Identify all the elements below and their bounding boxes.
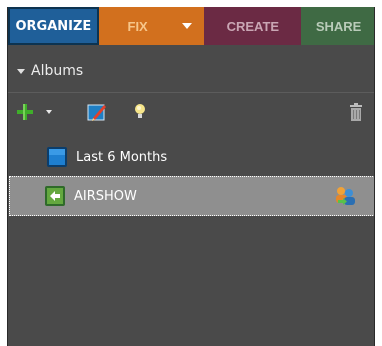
albums-header-label: Albums — [31, 63, 84, 79]
trash-icon[interactable] — [349, 102, 363, 122]
tab-organize[interactable]: ORGANIZE — [8, 7, 99, 45]
album-label: AIRSHOW — [74, 188, 137, 204]
chevron-down-icon[interactable] — [182, 23, 193, 29]
organizer-panel: ORGANIZE FIX CREATE SHARE Albums Last 6 … — [7, 7, 375, 346]
album-item-airshow[interactable]: AIRSHOW — [9, 176, 374, 216]
tab-create-label: CREATE — [226, 18, 280, 34]
tab-share[interactable]: SHARE — [301, 7, 374, 45]
pencil-icon[interactable] — [87, 102, 107, 122]
collapse-triangle-icon[interactable] — [17, 68, 25, 74]
tab-fix[interactable]: FIX — [98, 7, 205, 45]
divider — [8, 92, 374, 93]
albums-section-header[interactable]: Albums — [8, 59, 374, 83]
plus-icon[interactable] — [16, 103, 34, 121]
album-label: Last 6 Months — [76, 149, 168, 165]
smart-album-icon — [46, 146, 68, 168]
tab-fix-label: FIX — [127, 18, 148, 34]
albums-toolbar — [8, 99, 374, 127]
chevron-down-icon[interactable] — [46, 110, 52, 114]
album-item-last-6-months[interactable]: Last 6 Months — [8, 138, 374, 176]
tab-organize-label: ORGANIZE — [15, 18, 92, 34]
tab-share-label: SHARE — [315, 18, 362, 34]
lightbulb-icon[interactable] — [133, 102, 147, 122]
album-icon — [44, 185, 66, 207]
tab-bar: ORGANIZE FIX CREATE SHARE — [8, 7, 374, 45]
shared-album-icon[interactable] — [334, 186, 356, 206]
tab-create[interactable]: CREATE — [204, 7, 302, 45]
